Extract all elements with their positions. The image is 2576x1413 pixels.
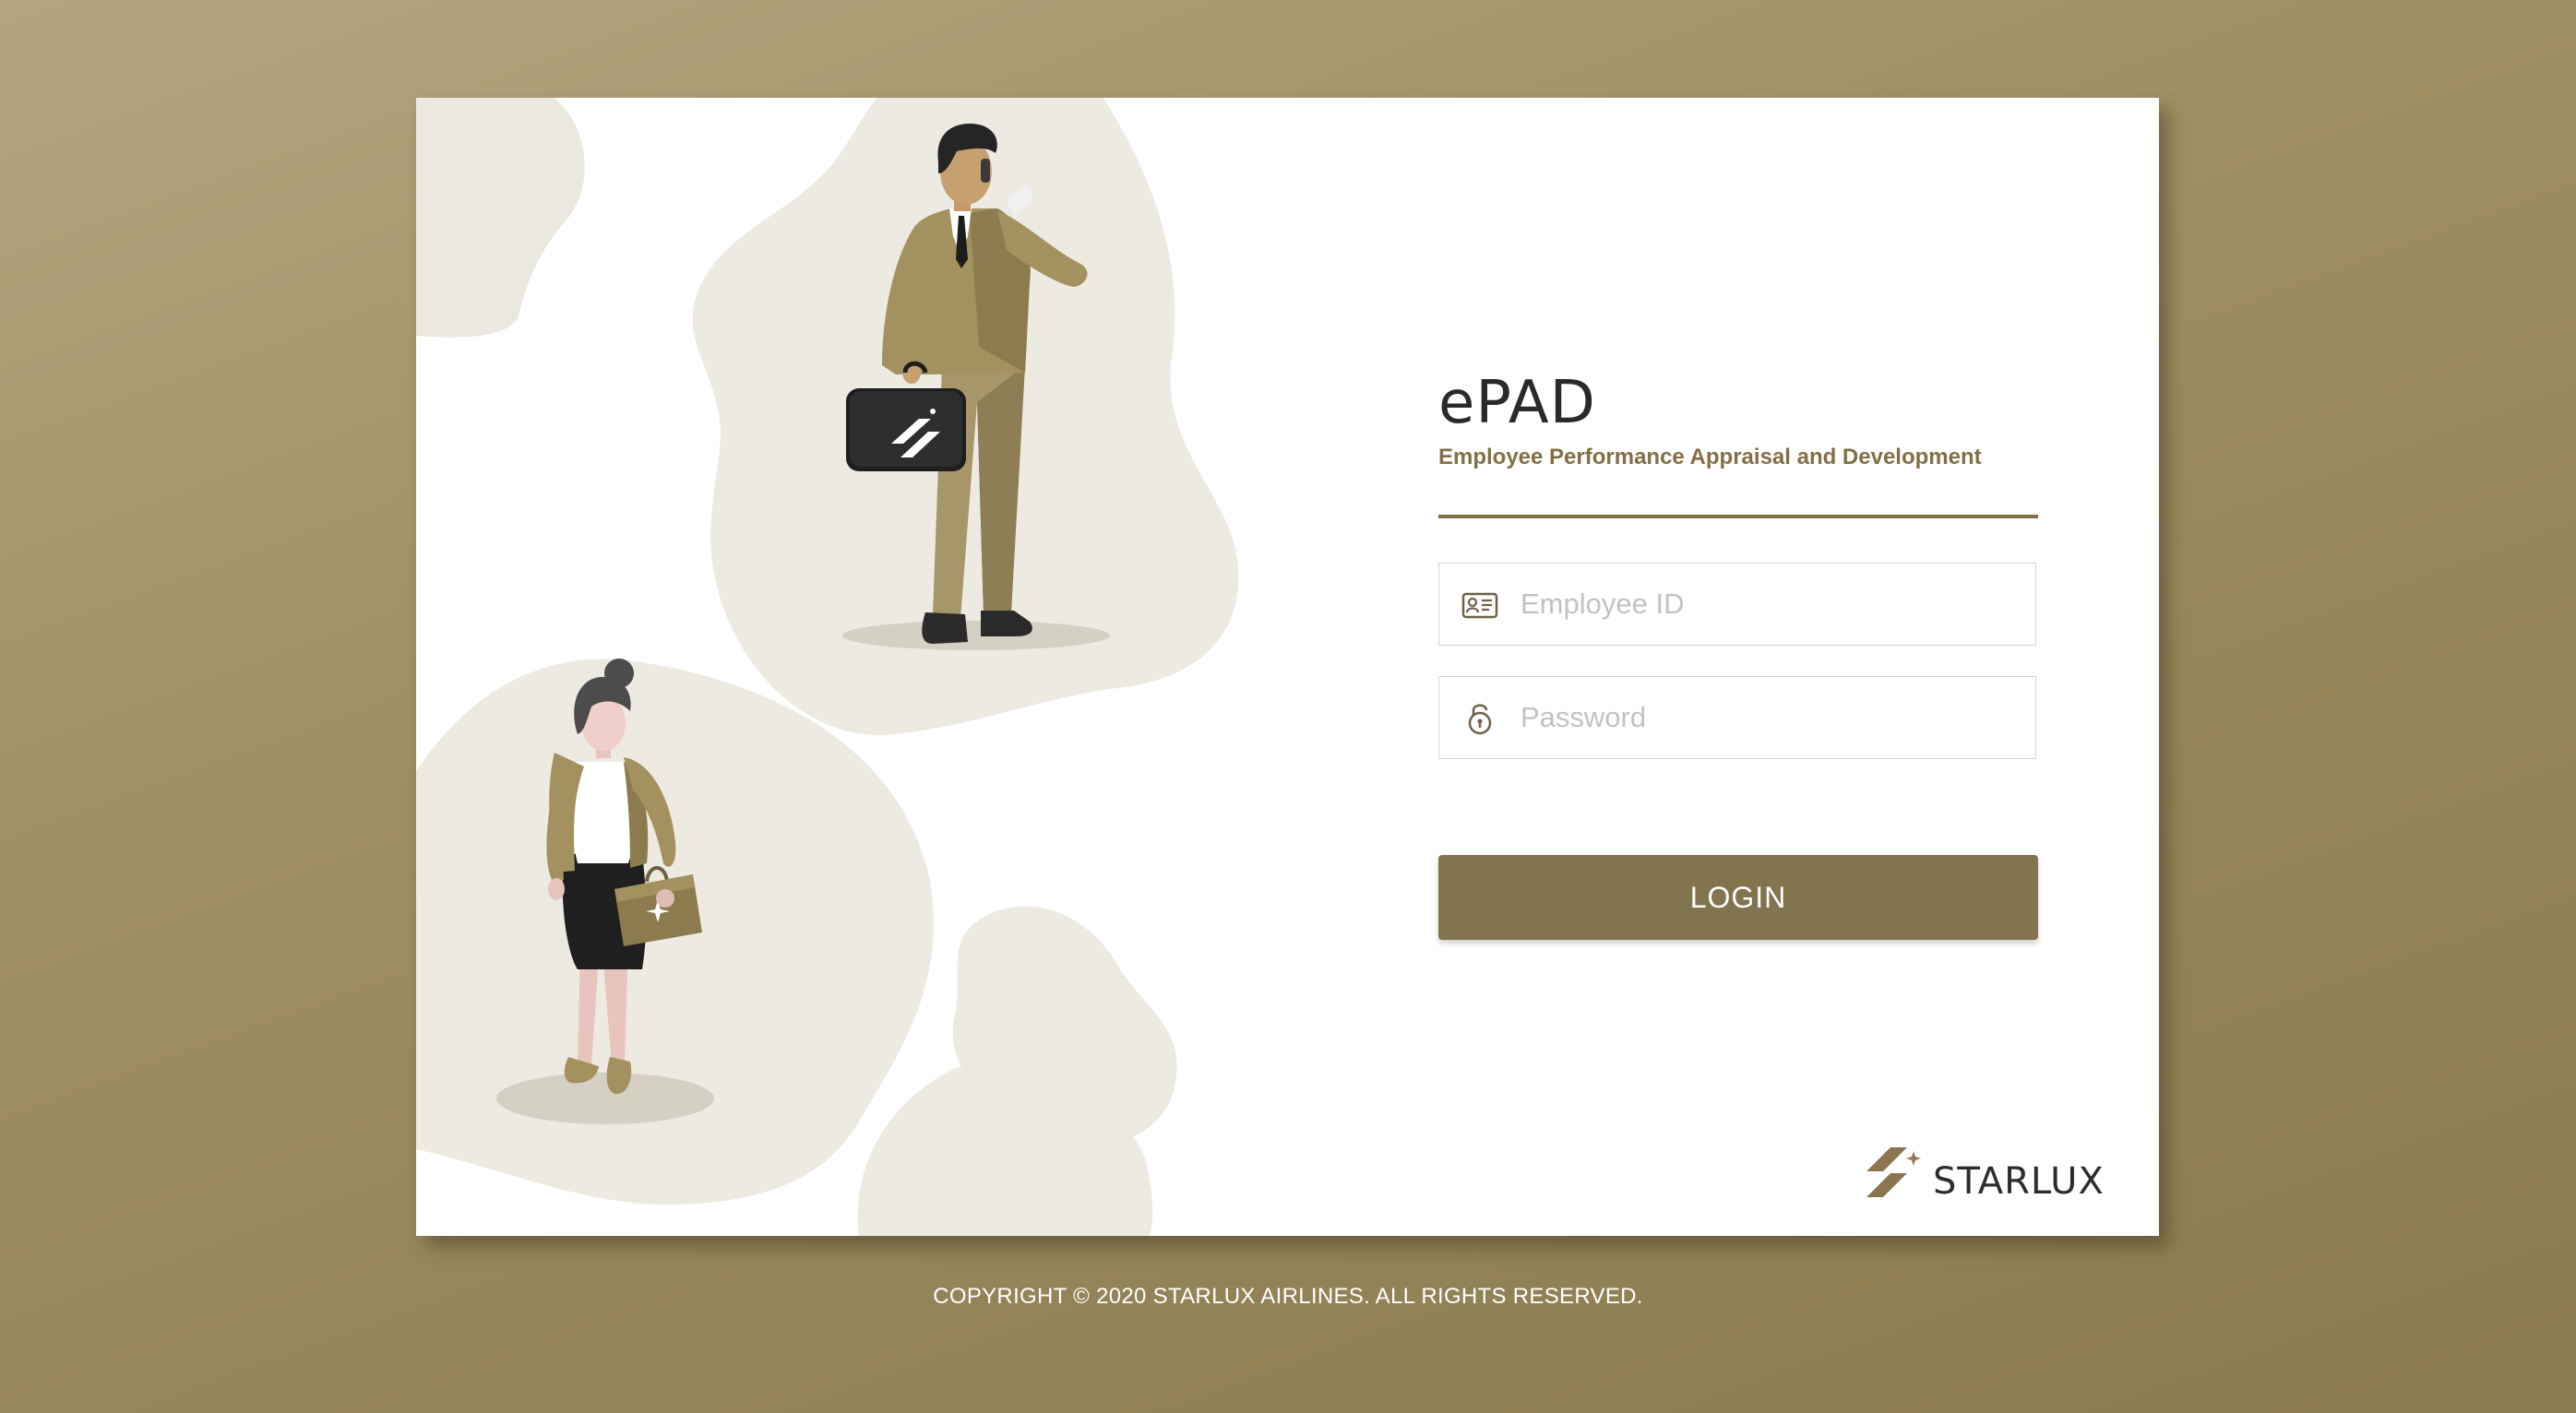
starlux-wordmark: STARLUX [1933,1160,2105,1203]
starlux-brand: STARLUX [1865,1146,2132,1206]
password-field[interactable] [1438,676,2036,759]
employee-id-field[interactable] [1438,563,2036,646]
app-subtitle: Employee Performance Appraisal and Devel… [1438,445,1982,469]
padlock-icon [1461,701,1498,736]
password-input[interactable] [1521,677,2019,758]
blob-top-left [416,98,585,338]
header-divider [1438,515,2038,518]
illustration-panel [416,98,1449,1236]
business-people-illustration [416,98,1239,1236]
login-form: ePAD Employee Performance Appraisal and … [1438,371,2038,940]
login-card: ePAD Employee Performance Appraisal and … [416,98,2159,1236]
id-card-icon [1461,588,1498,623]
starlux-logo-mark [1865,1146,1924,1201]
copyright-text: COPYRIGHT © 2020 STARLUX AIRLINES. ALL R… [933,1284,1643,1309]
employee-id-input[interactable] [1521,564,2019,645]
app-logo-title: ePAD [1438,369,1596,437]
login-button[interactable]: LOGIN [1438,855,2038,940]
